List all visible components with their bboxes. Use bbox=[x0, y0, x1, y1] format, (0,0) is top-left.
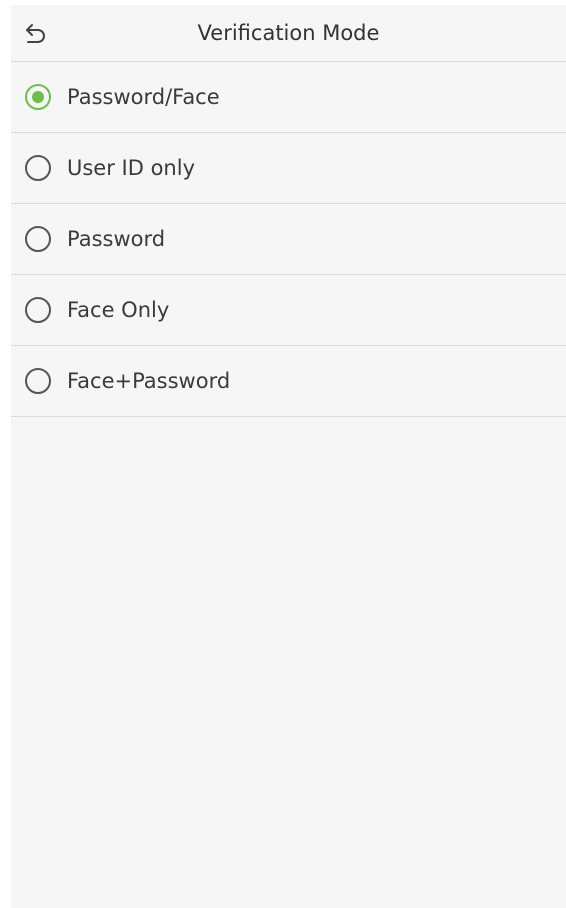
verification-mode-list: Password/Face User ID only Password Face… bbox=[11, 62, 566, 417]
radio-button[interactable] bbox=[25, 155, 51, 181]
verification-mode-screen: Verification Mode Password/Face User ID … bbox=[11, 5, 566, 908]
radio-button[interactable] bbox=[25, 368, 51, 394]
header-bar: Verification Mode bbox=[11, 5, 566, 62]
option-label: User ID only bbox=[67, 156, 195, 180]
option-user-id-only[interactable]: User ID only bbox=[11, 133, 566, 204]
radio-button[interactable] bbox=[25, 297, 51, 323]
option-label: Face Only bbox=[67, 298, 170, 322]
option-password[interactable]: Password bbox=[11, 204, 566, 275]
option-face-password[interactable]: Face+Password bbox=[11, 346, 566, 417]
option-password-face[interactable]: Password/Face bbox=[11, 62, 566, 133]
page-title: Verification Mode bbox=[197, 21, 380, 45]
option-label: Password bbox=[67, 227, 166, 251]
radio-button[interactable] bbox=[25, 226, 51, 252]
radio-button[interactable] bbox=[25, 84, 51, 110]
option-face-only[interactable]: Face Only bbox=[11, 275, 566, 346]
option-label: Password/Face bbox=[67, 85, 220, 109]
option-label: Face+Password bbox=[67, 369, 231, 393]
